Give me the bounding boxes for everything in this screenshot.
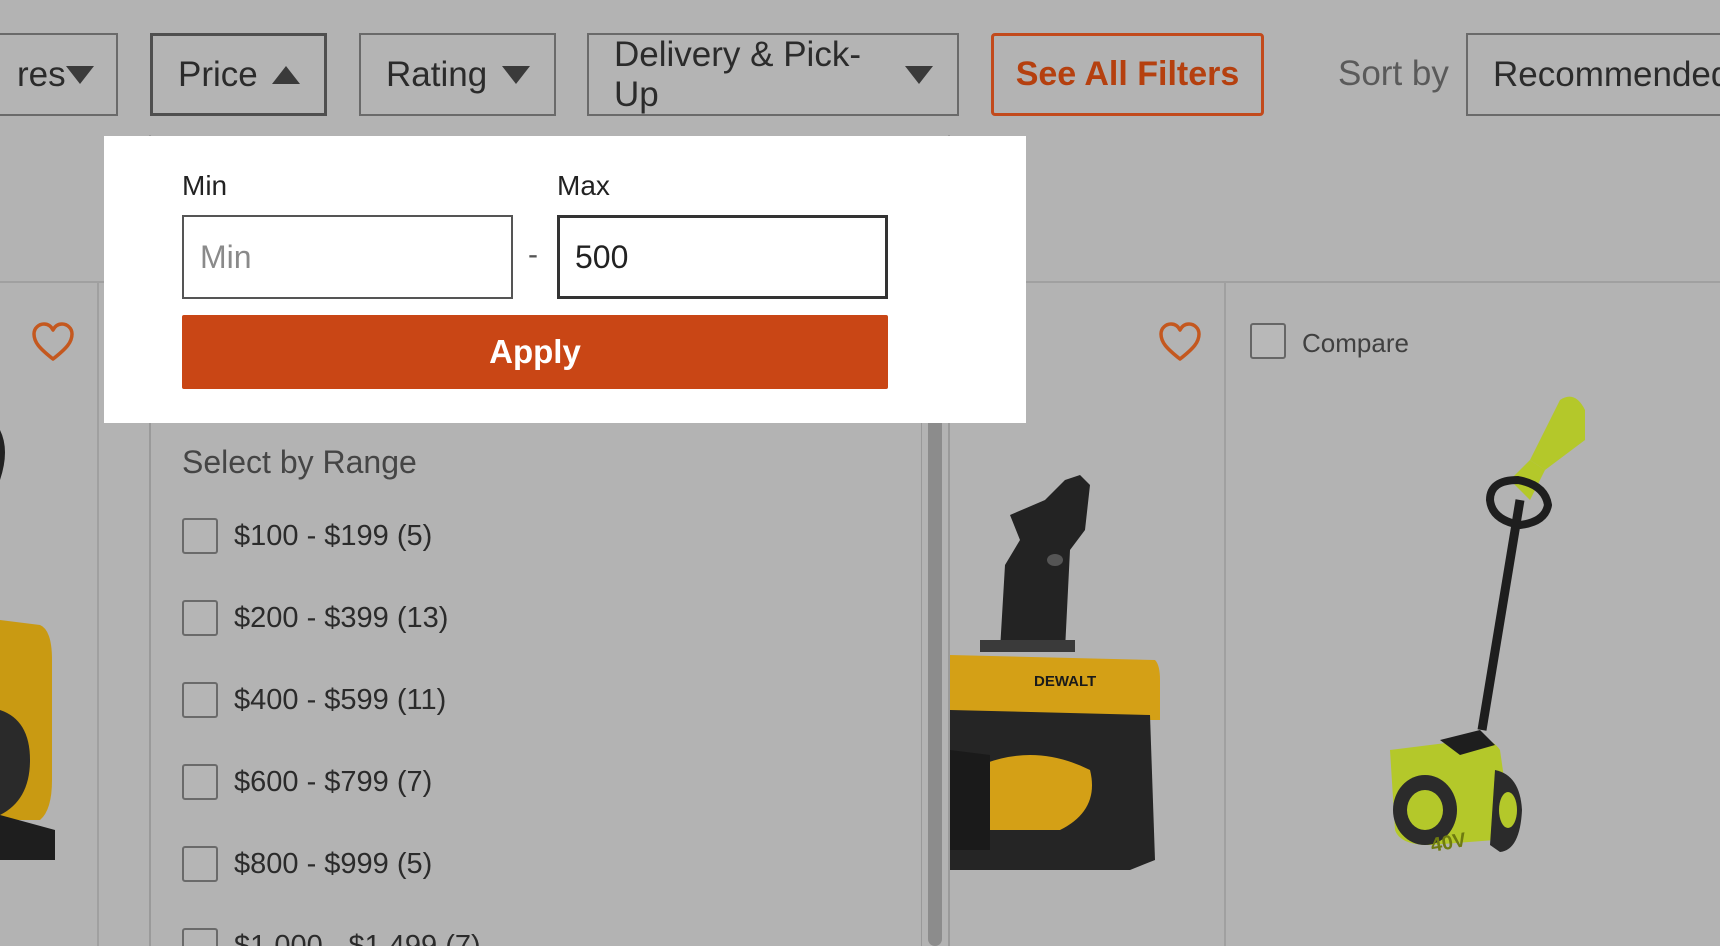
checkbox-icon[interactable] (182, 600, 218, 636)
range-option[interactable]: $400 - $599 (11) (182, 682, 446, 718)
filter-features-label: res (17, 54, 66, 94)
select-by-range-title: Select by Range (182, 444, 417, 480)
caret-up-icon (272, 65, 300, 84)
sort-by-label: Sort by (1338, 54, 1449, 93)
product-image-dewalt-snow-blower[interactable]: DEWALT (950, 470, 1190, 880)
range-option[interactable]: $100 - $199 (5) (182, 518, 432, 554)
caret-down-icon (905, 65, 933, 84)
filter-price-label: Price (178, 54, 258, 94)
range-option-label: $600 - $799 (7) (234, 765, 433, 798)
range-option[interactable]: $200 - $399 (13) (182, 600, 448, 636)
max-label: Max (557, 170, 610, 201)
compare-checkbox[interactable] (1250, 323, 1286, 359)
svg-text:DEWALT: DEWALT (1034, 673, 1096, 690)
range-option-label: $1,000 - $1,499 (7) (234, 929, 481, 946)
range-option[interactable]: $800 - $999 (5) (182, 846, 432, 882)
range-option[interactable]: $600 - $799 (7) (182, 764, 432, 800)
range-option[interactable]: $1,000 - $1,499 (7) (182, 928, 481, 946)
max-price-input[interactable] (557, 215, 888, 299)
checkbox-icon[interactable] (182, 764, 218, 800)
min-label: Min (182, 170, 228, 201)
range-option-label: $100 - $199 (5) (234, 519, 433, 552)
see-all-filters-button[interactable]: See All Filters (991, 33, 1264, 116)
range-separator: - (528, 238, 538, 271)
product-image[interactable] (0, 420, 70, 870)
caret-down-icon (502, 65, 530, 84)
filter-price-button[interactable]: Price (150, 33, 327, 116)
filter-features-button[interactable]: res (0, 33, 118, 116)
filter-delivery-label: Delivery & Pick-Up (614, 34, 861, 114)
heart-icon[interactable] (31, 322, 75, 362)
checkbox-icon[interactable] (182, 846, 218, 882)
caret-down-icon (65, 65, 94, 84)
checkbox-icon[interactable] (182, 682, 218, 718)
sort-select[interactable]: Recommended (1466, 33, 1720, 116)
grid-divider (1224, 283, 1226, 946)
filter-delivery-button[interactable]: Delivery & Pick-Up (587, 33, 959, 116)
product-image-ryobi-snow-shovel[interactable]: 40V (1370, 390, 1640, 900)
filter-rating-button[interactable]: Rating (359, 33, 556, 116)
checkbox-icon[interactable] (182, 928, 218, 946)
checkbox-icon[interactable] (182, 518, 218, 554)
compare-label: Compare (1302, 328, 1409, 358)
min-price-input[interactable] (182, 215, 513, 299)
sort-select-value: Recommended (1493, 54, 1720, 94)
apply-button[interactable]: Apply (182, 315, 888, 389)
range-option-label: $800 - $999 (5) (234, 847, 433, 880)
filter-rating-label: Rating (386, 54, 488, 94)
range-option-label: $200 - $399 (13) (234, 601, 449, 634)
grid-divider (97, 283, 99, 946)
heart-icon[interactable] (1158, 322, 1202, 362)
range-option-label: $400 - $599 (11) (234, 683, 447, 716)
